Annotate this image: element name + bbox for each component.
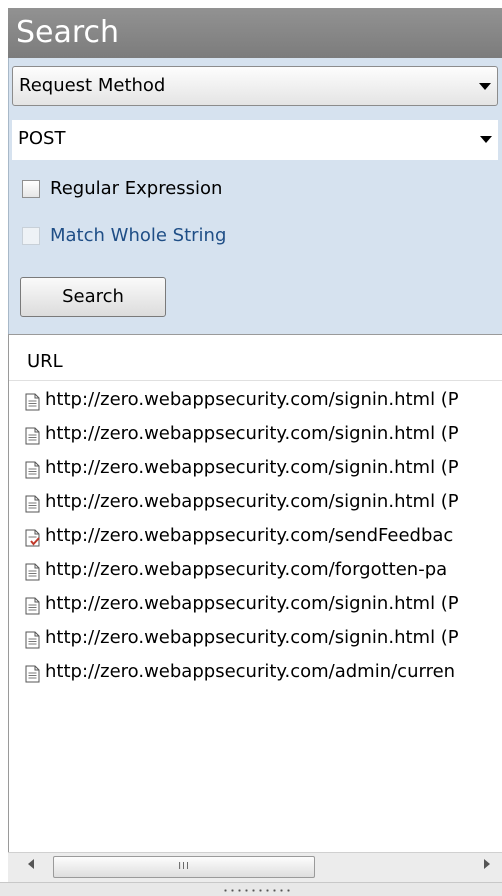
scrollbar-thumb-grip: III xyxy=(178,861,190,872)
search-button-label: Search xyxy=(62,286,124,307)
result-url: http://zero.webappsecurity.com/admin/cur… xyxy=(45,661,456,682)
match-whole-string-checkbox xyxy=(22,227,40,245)
result-url: http://zero.webappsecurity.com/signin.ht… xyxy=(45,457,459,478)
result-row[interactable]: http://zero.webappsecurity.com/admin/cur… xyxy=(9,655,502,689)
resize-grip[interactable] xyxy=(0,882,502,896)
page-icon xyxy=(25,491,40,513)
value-select-value: POST xyxy=(18,128,66,149)
url-column-header[interactable]: URL xyxy=(9,335,502,381)
result-url: http://zero.webappsecurity.com/signin.ht… xyxy=(45,389,459,410)
match-whole-string-option: Match Whole String xyxy=(22,223,226,249)
result-row[interactable]: http://zero.webappsecurity.com/signin.ht… xyxy=(9,587,502,621)
result-url: http://zero.webappsecurity.com/signin.ht… xyxy=(45,423,459,444)
field-select[interactable]: Request Method xyxy=(12,66,498,106)
regex-checkbox[interactable] xyxy=(22,180,40,198)
search-panel-header: Search xyxy=(8,8,502,58)
result-url: http://zero.webappsecurity.com/sendFeedb… xyxy=(45,525,454,546)
url-column-label: URL xyxy=(27,351,63,372)
value-select[interactable]: POST xyxy=(12,120,498,160)
page-icon xyxy=(25,661,40,683)
scrollbar-thumb[interactable]: III xyxy=(53,856,315,878)
results-list: URL http://zero.webappsecurity.com/signi… xyxy=(8,334,502,882)
results-rows: http://zero.webappsecurity.com/signin.ht… xyxy=(9,383,502,689)
page-icon xyxy=(25,593,40,615)
grip-dots-icon xyxy=(222,889,290,892)
result-url: http://zero.webappsecurity.com/forgotten… xyxy=(45,559,448,580)
result-url: http://zero.webappsecurity.com/signin.ht… xyxy=(45,627,459,648)
result-row[interactable]: http://zero.webappsecurity.com/forgotten… xyxy=(9,553,502,587)
regex-label: Regular Expression xyxy=(50,178,223,199)
scroll-right-arrow-icon[interactable] xyxy=(484,859,490,869)
result-row[interactable]: http://zero.webappsecurity.com/signin.ht… xyxy=(9,621,502,655)
chevron-down-icon xyxy=(479,83,491,90)
chevron-down-icon xyxy=(480,136,492,143)
match-whole-string-label: Match Whole String xyxy=(50,225,227,246)
result-row[interactable]: http://zero.webappsecurity.com/signin.ht… xyxy=(9,485,502,519)
search-button[interactable]: Search xyxy=(20,277,166,317)
field-select-value: Request Method xyxy=(19,75,166,96)
result-row[interactable]: http://zero.webappsecurity.com/sendFeedb… xyxy=(9,519,502,553)
result-url: http://zero.webappsecurity.com/signin.ht… xyxy=(45,491,459,512)
result-url: http://zero.webappsecurity.com/signin.ht… xyxy=(45,593,459,614)
result-row[interactable]: http://zero.webappsecurity.com/signin.ht… xyxy=(9,417,502,451)
scroll-left-arrow-icon[interactable] xyxy=(28,859,34,869)
page-icon xyxy=(25,627,40,649)
page-icon xyxy=(25,457,40,479)
page-icon xyxy=(25,423,40,445)
page-icon xyxy=(25,389,40,411)
regex-option[interactable]: Regular Expression xyxy=(22,176,222,202)
page-check-icon xyxy=(25,525,40,547)
result-row[interactable]: http://zero.webappsecurity.com/signin.ht… xyxy=(9,451,502,485)
horizontal-scrollbar[interactable]: III xyxy=(8,852,502,882)
page-icon xyxy=(25,559,40,581)
panel-title: Search xyxy=(16,15,120,50)
result-row[interactable]: http://zero.webappsecurity.com/signin.ht… xyxy=(9,383,502,417)
